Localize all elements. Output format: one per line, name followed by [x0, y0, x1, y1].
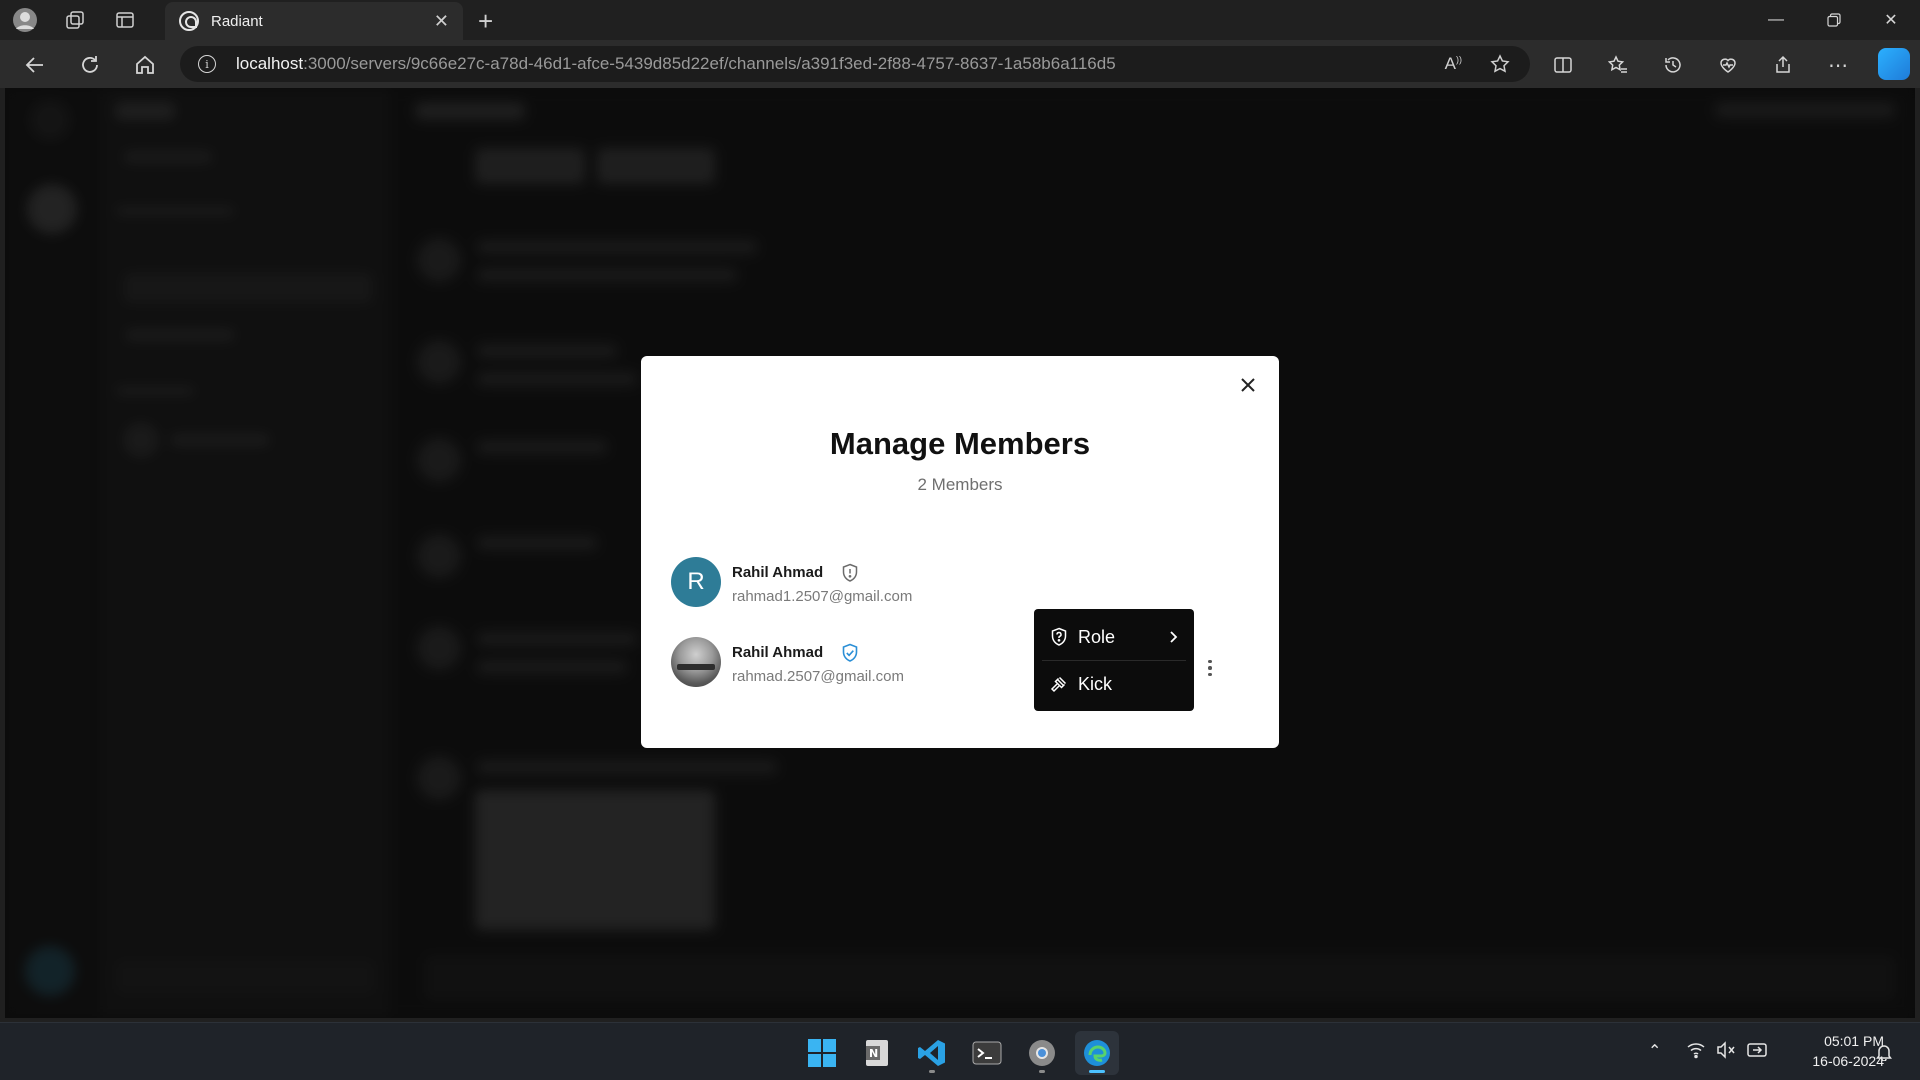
gavel-icon — [1050, 676, 1067, 693]
shield-check-icon — [842, 643, 858, 662]
show-hidden-icons-button[interactable]: ⌃ — [1648, 1041, 1661, 1061]
profile-avatar-icon[interactable] — [10, 5, 40, 35]
sync-icon[interactable] — [1746, 1041, 1768, 1059]
member-actions-dropdown: Role Kick — [1034, 609, 1194, 711]
member-email: rahmad1.2507@gmail.com — [732, 588, 913, 605]
history-icon[interactable] — [1656, 48, 1690, 82]
notifications-bell-icon[interactable] — [1876, 1043, 1892, 1061]
svg-text:N: N — [869, 1047, 878, 1060]
new-tab-button[interactable]: + — [478, 6, 493, 37]
kebab-dot — [1208, 659, 1212, 664]
shield-alert-icon — [842, 563, 858, 582]
radiant-favicon-icon — [179, 11, 199, 31]
menu-item-role[interactable]: Role — [1034, 614, 1194, 660]
kebab-dot — [1208, 666, 1212, 670]
notepad-taskbar-icon[interactable]: N — [855, 1031, 899, 1075]
share-icon[interactable] — [1766, 48, 1800, 82]
shield-question-icon — [1051, 627, 1067, 646]
avatar — [671, 637, 721, 687]
home-button[interactable] — [128, 48, 162, 82]
workspaces-icon[interactable] — [60, 5, 90, 35]
browser-essentials-icon[interactable] — [1711, 48, 1745, 82]
favorites-icon[interactable] — [1601, 48, 1635, 82]
clock-time: 05:01 PM — [1824, 1033, 1884, 1049]
member-name: Rahil Ahmad — [732, 644, 824, 661]
menu-item-label: Kick — [1078, 673, 1113, 694]
vscode-taskbar-icon[interactable] — [910, 1031, 954, 1075]
minimize-button[interactable]: — — [1747, 0, 1805, 40]
running-indicator — [929, 1070, 935, 1073]
url-host: localhost — [236, 54, 304, 73]
close-window-button[interactable]: ✕ — [1862, 0, 1920, 40]
terminal-taskbar-icon[interactable] — [965, 1031, 1009, 1075]
copilot-icon[interactable] — [1878, 48, 1910, 80]
avatar: R — [671, 557, 721, 607]
restore-button[interactable] — [1805, 0, 1863, 40]
member-row: R Rahil Ahmad rahmad1.2507@gmail.com — [671, 557, 1231, 609]
kebab-dot — [1208, 672, 1212, 677]
windows-taskbar: N ⌃ 05:01 PM 16-06-2024 — [0, 1022, 1920, 1080]
edge-taskbar-icon[interactable] — [1075, 1031, 1119, 1075]
favorite-star-icon[interactable] — [1490, 54, 1510, 74]
vertical-tabs-icon[interactable] — [110, 5, 140, 35]
menu-item-kick[interactable]: Kick — [1034, 661, 1194, 707]
url-field[interactable]: i localhost:3000/servers/9c66e27c-a78d-4… — [180, 46, 1530, 82]
taskbar-clock[interactable]: 05:01 PM 16-06-2024 — [1780, 1031, 1884, 1071]
split-screen-icon[interactable] — [1546, 48, 1580, 82]
dialog-close-button[interactable] — [1237, 374, 1259, 396]
dialog-title: Manage Members — [829, 426, 1091, 461]
active-indicator — [1089, 1070, 1105, 1073]
member-email: rahmad.2507@gmail.com — [732, 668, 904, 685]
url-path: :3000/servers/9c66e27c-a78d-46d1-afce-54… — [303, 54, 1116, 73]
windows-logo-icon — [808, 1039, 836, 1067]
volume-muted-icon[interactable] — [1716, 1041, 1736, 1059]
running-indicator — [1039, 1070, 1045, 1073]
browser-tab-radiant[interactable]: Radiant ✕ — [165, 2, 463, 40]
clock-date: 16-06-2024 — [1812, 1053, 1884, 1069]
start-button[interactable] — [800, 1031, 844, 1075]
wifi-icon[interactable] — [1686, 1041, 1706, 1059]
menu-item-label: Role — [1078, 626, 1116, 647]
read-aloud-icon[interactable]: A)) — [1445, 54, 1462, 74]
chevron-right-icon — [1170, 631, 1178, 643]
tab-close-icon[interactable]: ✕ — [434, 11, 449, 32]
refresh-button[interactable] — [73, 48, 107, 82]
member-actions-menu-button[interactable] — [1201, 656, 1219, 680]
browser-tab-bar: Radiant ✕ + — ✕ — [0, 0, 1920, 40]
chrome-taskbar-icon[interactable] — [1020, 1031, 1064, 1075]
member-name: Rahil Ahmad — [732, 564, 824, 581]
address-toolbar: i localhost:3000/servers/9c66e27c-a78d-4… — [0, 40, 1920, 88]
site-info-icon[interactable]: i — [198, 55, 216, 73]
more-menu-icon[interactable]: ⋯ — [1821, 48, 1855, 82]
close-icon — [1241, 378, 1255, 392]
member-count: 2 Members — [917, 475, 1003, 494]
tab-title: Radiant — [211, 12, 263, 30]
back-button[interactable] — [18, 48, 52, 82]
